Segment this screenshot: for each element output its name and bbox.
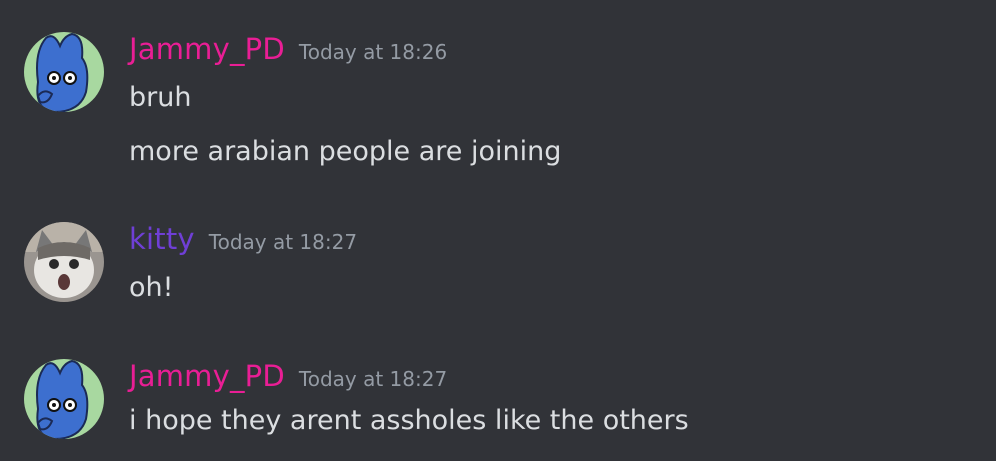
message-header: Jammy_PD Today at 18:26 xyxy=(129,32,447,66)
username[interactable]: kitty xyxy=(129,222,195,256)
blue-creature-avatar-icon xyxy=(24,359,104,439)
avatar[interactable] xyxy=(24,222,104,302)
message-text: i hope they arent assholes like the othe… xyxy=(129,405,689,436)
username[interactable]: Jammy_PD xyxy=(129,359,285,393)
timestamp: Today at 18:27 xyxy=(298,367,448,391)
username[interactable]: Jammy_PD xyxy=(129,32,285,66)
message-header: kitty Today at 18:27 xyxy=(129,222,357,256)
surprised-cat-avatar-icon xyxy=(24,222,104,302)
chat-messages: Jammy_PD Today at 18:26 bruh more arabian… xyxy=(0,0,996,461)
message-text: bruh xyxy=(129,82,192,113)
avatar[interactable] xyxy=(24,32,104,112)
timestamp: Today at 18:26 xyxy=(298,40,448,64)
message-header: Jammy_PD Today at 18:27 xyxy=(129,359,447,393)
message-text: more arabian people are joining xyxy=(129,136,562,167)
blue-creature-avatar-icon xyxy=(24,32,104,112)
avatar[interactable] xyxy=(24,359,104,439)
message-text: oh! xyxy=(129,272,174,303)
timestamp: Today at 18:27 xyxy=(208,230,358,254)
